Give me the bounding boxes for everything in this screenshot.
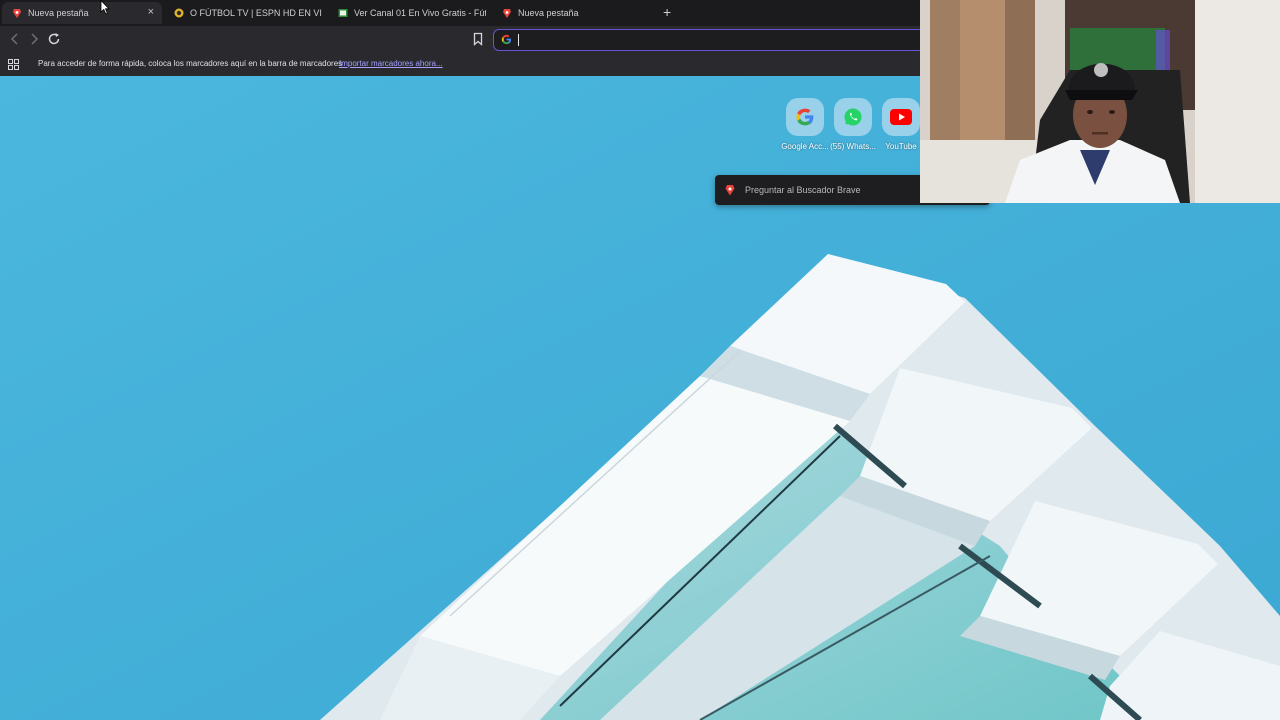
- tab-futbol-tv[interactable]: O FÚTBOL TV | ESPN HD EN VIVO p: [164, 2, 322, 24]
- brave-lion-icon: [503, 9, 511, 18]
- futbol-coin-icon: [174, 8, 184, 18]
- tab-title: O FÚTBOL TV | ESPN HD EN VIVO p: [190, 8, 322, 18]
- mouse-cursor-icon: [100, 0, 110, 15]
- top-site-youtube[interactable]: YouTube: [881, 98, 921, 151]
- webcam-overlay: [920, 0, 1280, 203]
- bookmarks-bar: Para acceder de forma rápida, coloca los…: [0, 53, 920, 76]
- apps-grid-icon[interactable]: [8, 59, 19, 70]
- tab-title: Ver Canal 01 En Vivo Gratis - Fútbol L: [354, 8, 486, 18]
- tile: [882, 98, 920, 136]
- google-icon: [796, 108, 814, 126]
- suggestion-text: Preguntar al Buscador Brave: [745, 185, 861, 195]
- back-icon[interactable]: [7, 31, 23, 47]
- top-site-label: Google Acc...: [781, 142, 829, 151]
- brave-lion-icon: [13, 9, 21, 18]
- address-bar[interactable]: [493, 29, 925, 51]
- top-site-label: (55) Whats...: [830, 142, 876, 151]
- tab-title: Nueva pestaña: [518, 8, 579, 18]
- tv-icon: [338, 9, 348, 17]
- tab-nueva-pestana[interactable]: Nueva pestaña ×: [2, 2, 162, 24]
- brave-lion-icon: [725, 185, 735, 196]
- toolbar: [0, 26, 925, 53]
- forward-icon[interactable]: [26, 31, 42, 47]
- bookmarks-hint: Para acceder de forma rápida, coloca los…: [38, 59, 343, 68]
- google-icon: [501, 34, 512, 45]
- bookmark-icon[interactable]: [471, 32, 485, 46]
- top-site-google[interactable]: Google Acc...: [781, 98, 829, 151]
- text-caret: [518, 34, 519, 46]
- tab-nueva-pestana-2[interactable]: Nueva pestaña: [492, 2, 650, 24]
- top-site-whatsapp[interactable]: (55) Whats...: [830, 98, 876, 151]
- close-icon[interactable]: ×: [148, 6, 154, 18]
- webcam-video: [920, 0, 1280, 203]
- tab-strip: Nueva pestaña × O FÚTBOL TV | ESPN HD EN…: [0, 0, 920, 26]
- omnibox-input[interactable]: [522, 32, 902, 48]
- youtube-icon: [890, 109, 912, 125]
- tab-title: Nueva pestaña: [28, 8, 89, 18]
- tab-canal-01[interactable]: Ver Canal 01 En Vivo Gratis - Fútbol L: [328, 2, 486, 24]
- whatsapp-icon: [844, 108, 862, 126]
- import-bookmarks-link[interactable]: Importar marcadores ahora...: [339, 59, 443, 68]
- tile: [786, 98, 824, 136]
- new-tab-button[interactable]: +: [663, 5, 671, 19]
- tile: [834, 98, 872, 136]
- reload-icon[interactable]: [46, 31, 62, 47]
